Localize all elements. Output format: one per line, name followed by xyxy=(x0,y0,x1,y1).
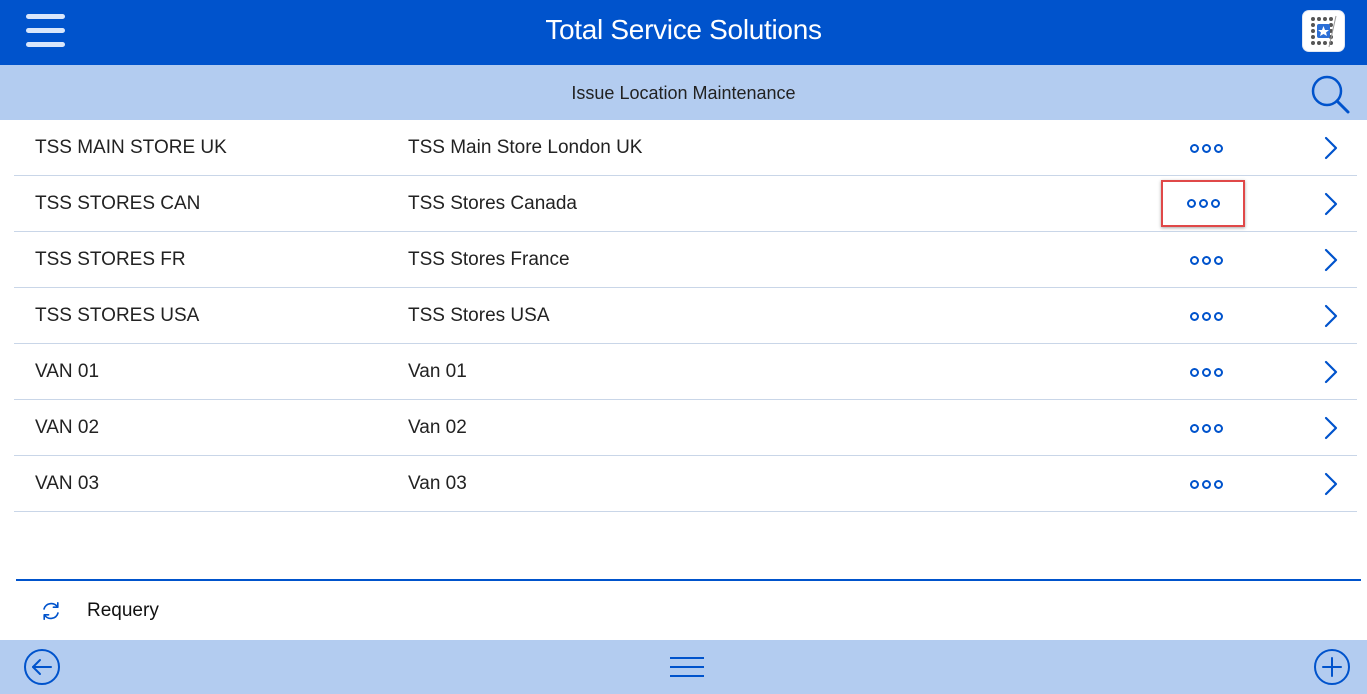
more-options-icon[interactable] xyxy=(1170,357,1242,387)
location-description: TSS Stores Canada xyxy=(408,193,577,214)
list-item[interactable]: TSS STORES FR TSS Stores France xyxy=(14,232,1357,288)
chevron-right-icon[interactable] xyxy=(1320,471,1340,497)
location-code: TSS STORES USA xyxy=(35,305,200,326)
list-item[interactable]: TSS MAIN STORE UK TSS Main Store London … xyxy=(14,120,1357,176)
list-item[interactable]: VAN 01 Van 01 xyxy=(14,344,1357,400)
list-item[interactable]: VAN 03 Van 03 xyxy=(14,456,1357,512)
location-description: Van 03 xyxy=(408,473,467,494)
footer-divider xyxy=(16,579,1361,581)
top-app-bar: Total Service Solutions xyxy=(0,0,1367,65)
refresh-icon xyxy=(43,601,59,621)
add-icon[interactable] xyxy=(1312,647,1352,687)
app-logo-icon[interactable] xyxy=(1303,11,1344,51)
location-description: TSS Main Store London UK xyxy=(408,137,643,158)
list-item[interactable]: VAN 02 Van 02 xyxy=(14,400,1357,456)
location-code: VAN 02 xyxy=(35,417,100,438)
requery-label: Requery xyxy=(87,600,159,621)
list-menu-icon[interactable] xyxy=(667,647,707,687)
more-options-icon[interactable] xyxy=(1170,301,1242,331)
page-header: Issue Location Maintenance xyxy=(0,65,1367,120)
chevron-right-icon[interactable] xyxy=(1320,359,1340,385)
requery-button[interactable]: Requery xyxy=(40,597,159,625)
location-description: Van 02 xyxy=(408,417,467,438)
chevron-right-icon[interactable] xyxy=(1320,303,1340,329)
more-options-icon[interactable] xyxy=(1170,245,1242,275)
chevron-right-icon[interactable] xyxy=(1320,135,1340,161)
more-options-icon[interactable] xyxy=(1170,413,1242,443)
chevron-right-icon[interactable] xyxy=(1320,191,1340,217)
more-options-icon[interactable] xyxy=(1161,180,1245,227)
app-title: Total Service Solutions xyxy=(545,14,822,45)
chevron-right-icon[interactable] xyxy=(1320,247,1340,273)
back-arrow-icon[interactable] xyxy=(22,647,62,687)
more-options-icon[interactable] xyxy=(1170,469,1242,499)
location-code: TSS MAIN STORE UK xyxy=(35,137,227,158)
location-code: TSS STORES FR xyxy=(35,249,186,270)
search-icon[interactable] xyxy=(1308,72,1352,116)
list-item[interactable]: TSS STORES CAN TSS Stores Canada xyxy=(14,176,1357,232)
location-description: TSS Stores France xyxy=(408,249,570,270)
more-options-icon[interactable] xyxy=(1170,133,1242,163)
location-description: Van 01 xyxy=(408,361,467,382)
page-title: Issue Location Maintenance xyxy=(571,83,796,103)
list-item[interactable]: TSS STORES USA TSS Stores USA xyxy=(14,288,1357,344)
location-description: TSS Stores USA xyxy=(408,305,550,326)
bottom-toolbar xyxy=(0,640,1367,694)
location-code: TSS STORES CAN xyxy=(35,193,201,214)
location-code: VAN 03 xyxy=(35,473,100,494)
location-list: TSS MAIN STORE UK TSS Main Store London … xyxy=(14,120,1357,512)
chevron-right-icon[interactable] xyxy=(1320,415,1340,441)
location-code: VAN 01 xyxy=(35,361,100,382)
